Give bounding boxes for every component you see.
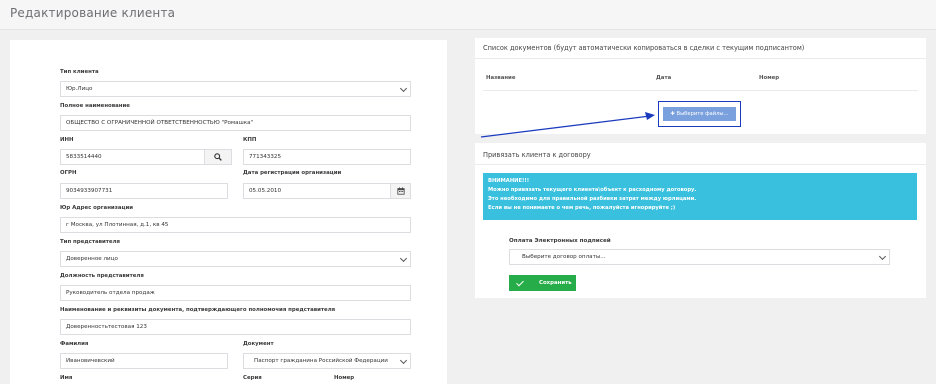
document-value: Паспорт гражданина Российской Федерации bbox=[254, 358, 388, 364]
full-name-value: ОБЩЕСТВО С ОГРАНИЧЕННОЙ ОТВЕТСТВЕННОСТЬЮ… bbox=[66, 120, 254, 126]
contract-divider bbox=[475, 164, 926, 165]
alert-line: Можно привязать текущего клиента\объект … bbox=[488, 187, 697, 193]
first-name-label: Имя bbox=[60, 375, 73, 381]
chevron-down-icon bbox=[878, 252, 887, 261]
chevron-down-icon bbox=[399, 254, 408, 263]
authority-doc-label: Наименование и реквизиты документа, подт… bbox=[60, 307, 336, 313]
full-name-input[interactable]: ОБЩЕСТВО С ОГРАНИЧЕННОЙ ОТВЕТСТВЕННОСТЬЮ… bbox=[60, 115, 411, 131]
save-label: Сохранить bbox=[539, 280, 572, 286]
client-type-value: Юр.Лицо bbox=[66, 86, 93, 92]
payment-label: Оплата Электронных подписей bbox=[509, 238, 611, 244]
inn-search-button[interactable] bbox=[204, 149, 232, 165]
reg-date-calendar-button[interactable] bbox=[390, 183, 411, 199]
check-icon bbox=[516, 278, 524, 287]
rep-type-select[interactable]: Доверенное лицо bbox=[60, 251, 411, 267]
ogrn-value: 9034933907731 bbox=[66, 188, 113, 194]
choose-files-label: Выберите файлы... bbox=[676, 111, 729, 117]
warning-alert: ВНИМАНИЕ!!! Можно привязать текущего кли… bbox=[483, 173, 917, 220]
inn-input[interactable]: 5833514440 bbox=[60, 149, 205, 165]
contract-title: Привязать клиента к договору bbox=[483, 151, 591, 159]
chevron-down-icon bbox=[399, 84, 408, 93]
page-title: Редактирование клиента bbox=[10, 6, 176, 20]
page-header: Редактирование клиента bbox=[0, 0, 936, 30]
column-date: Дата bbox=[656, 75, 672, 81]
full-name-label: Полное наименование bbox=[60, 103, 130, 109]
document-label: Документ bbox=[243, 341, 274, 347]
alert-line: Если вы не понимаете о чем речь, пожалуй… bbox=[488, 205, 676, 211]
authority-doc-value: Доверенностьтестовая 123 bbox=[66, 324, 147, 330]
choose-files-button[interactable]: ✚ Выберите файлы... bbox=[663, 107, 736, 121]
table-header-divider bbox=[483, 90, 918, 91]
document-select[interactable]: Паспорт гражданина Российской Федерации bbox=[243, 353, 411, 369]
inn-label: ИНН bbox=[60, 137, 74, 143]
rep-type-value: Доверенное лицо bbox=[66, 256, 118, 262]
alert-title: ВНИМАНИЕ!!! bbox=[488, 178, 530, 184]
kpp-input[interactable]: 771343325 bbox=[243, 149, 411, 165]
rep-position-value: Руководитель отдела продаж bbox=[66, 290, 155, 296]
client-type-select[interactable]: Юр.Лицо bbox=[60, 81, 411, 97]
column-name: Название bbox=[486, 75, 516, 81]
calendar-icon bbox=[396, 187, 405, 195]
save-button[interactable]: Сохранить bbox=[509, 275, 576, 291]
arrow-pointer bbox=[480, 112, 655, 138]
chevron-down-icon bbox=[399, 356, 408, 365]
last-name-label: Фамилия bbox=[60, 341, 89, 347]
last-name-input[interactable]: Ивановичевский bbox=[60, 353, 228, 369]
documents-divider bbox=[475, 58, 926, 59]
address-input[interactable]: г Москва, ул Плотинная, д.1, кв 45 bbox=[60, 217, 411, 233]
search-icon bbox=[214, 153, 222, 161]
column-number: Номер bbox=[759, 75, 780, 81]
inn-value: 5833514440 bbox=[66, 154, 102, 160]
rep-type-label: Тип представителя bbox=[60, 239, 120, 245]
documents-title: Список документов (будут автоматически к… bbox=[483, 44, 805, 52]
client-type-label: Тип клиента bbox=[60, 69, 99, 75]
payment-contract-value: Выберите договор оплаты... bbox=[522, 254, 606, 260]
rep-position-input[interactable]: Руководитель отдела продаж bbox=[60, 285, 411, 301]
kpp-label: КПП bbox=[243, 137, 257, 143]
kpp-value: 771343325 bbox=[249, 154, 282, 160]
ogrn-input[interactable]: 9034933907731 bbox=[60, 183, 228, 199]
last-name-value: Ивановичевский bbox=[66, 358, 115, 364]
address-value: г Москва, ул Плотинная, д.1, кв 45 bbox=[66, 222, 169, 228]
rep-position-label: Должность представителя bbox=[60, 273, 144, 279]
authority-doc-input[interactable]: Доверенностьтестовая 123 bbox=[60, 319, 411, 335]
address-label: Юр Адрес организации bbox=[60, 205, 134, 211]
alert-line: Это необходимо для правильной разбивки з… bbox=[488, 196, 697, 202]
payment-contract-select[interactable]: Выберите договор оплаты... bbox=[509, 249, 890, 265]
reg-date-input[interactable]: 05.05.2010 bbox=[243, 183, 391, 199]
reg-date-label: Дата регистрации организации bbox=[243, 170, 342, 176]
number-label: Номер bbox=[334, 375, 355, 381]
ogrn-label: ОГРН bbox=[60, 170, 77, 176]
series-label: Серия bbox=[243, 375, 262, 381]
reg-date-value: 05.05.2010 bbox=[249, 188, 282, 194]
